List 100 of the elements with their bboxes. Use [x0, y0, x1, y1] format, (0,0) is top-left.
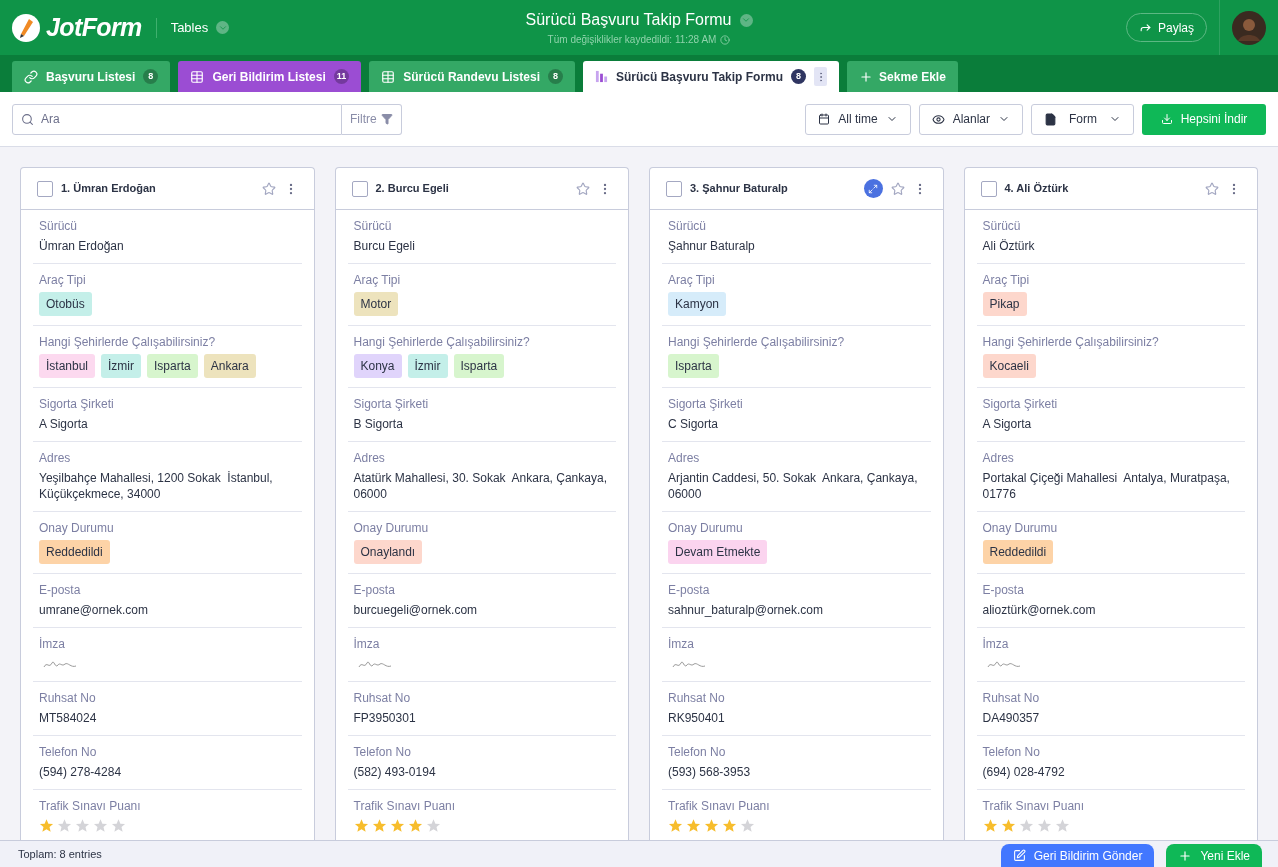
field-label: Trafik Sınavı Puanı	[668, 798, 771, 814]
field-value: Arjantin Caddesi, 50. Sokak Ankara, Çankaya, 06000	[668, 470, 919, 502]
field-label: Araç Tipi	[982, 272, 1031, 288]
file-icon	[1044, 112, 1057, 126]
tag: Onaylandı	[353, 540, 423, 564]
fields-dropdown[interactable]: Alanlar	[918, 103, 1023, 135]
card-title: 4. Ali Öztürk	[1004, 181, 1070, 197]
logo-icon	[12, 13, 40, 42]
field-label: Telefon No	[668, 744, 727, 760]
field-value: alioztürk@ornek.com	[982, 602, 1097, 618]
field-label: Hangi Şehirlerde Çalışabilirsiniz?	[353, 334, 531, 350]
field-label: Onay Durumu	[39, 520, 115, 536]
field-value: FP3950301	[353, 710, 417, 726]
feedback-button[interactable]: Geri Bildirim Gönder	[1000, 843, 1155, 867]
field-label: Onay Durumu	[353, 520, 430, 536]
field-value: Ümran Erdoğan	[39, 238, 125, 254]
avatar[interactable]	[1232, 10, 1266, 45]
form-title: Sürücü Başvuru Takip Formu	[525, 10, 732, 30]
field-value: A Sigorta	[39, 416, 89, 432]
star-icon	[740, 818, 755, 833]
star-icon[interactable]	[890, 181, 905, 196]
star-icon	[686, 818, 701, 833]
star-icon	[1000, 818, 1016, 833]
field-label: Onay Durumu	[668, 520, 744, 536]
checkbox[interactable]	[666, 180, 682, 197]
field-value: Atatürk Mahallesi, 30. Sokak Ankara, Çankaya, 06000	[353, 470, 608, 502]
tag: İstanbul	[39, 354, 96, 378]
star-icon	[353, 818, 369, 833]
star-icon	[1018, 818, 1034, 833]
total-count: Toplam: 8 entries	[18, 846, 103, 862]
star-icon	[57, 818, 72, 833]
date-dropdown[interactable]: All time	[805, 103, 911, 135]
add-tab-button[interactable]: Sekme Ekle	[847, 61, 958, 92]
field-label: E-posta	[668, 582, 711, 598]
checkbox[interactable]	[37, 180, 53, 197]
form-dropdown[interactable]: Form	[1031, 103, 1134, 135]
field-label: Telefon No	[39, 744, 98, 760]
app-menu[interactable]: Tables	[170, 17, 230, 38]
tag: Ankara	[203, 354, 256, 378]
field-value: Şahnur Baturalp	[668, 238, 756, 254]
filter-icon	[380, 113, 393, 125]
plus-icon	[1178, 848, 1193, 863]
field-value: A Sigorta	[982, 416, 1033, 432]
field-label: Trafik Sınavı Puanı	[353, 798, 457, 814]
field-label: Onay Durumu	[982, 520, 1059, 536]
star-icon[interactable]	[1205, 181, 1219, 196]
add-new-button[interactable]: Yeni Ekle	[1166, 843, 1262, 867]
checkbox[interactable]	[351, 180, 368, 197]
download-button[interactable]: Hepsini İndir	[1142, 103, 1266, 135]
field-label: Telefon No	[353, 744, 412, 760]
star-icon[interactable]	[261, 181, 276, 196]
tab[interactable]: Sürücü Randevu Listesi 8	[369, 61, 575, 92]
tab[interactable]: Sürücü Başvuru Takip Formu 8	[582, 61, 840, 92]
field-label: İmza	[982, 636, 1010, 652]
chevron-down-icon	[216, 21, 230, 34]
tag: Devam Etmekte	[668, 540, 768, 564]
star-icon	[75, 818, 90, 833]
download-icon	[1160, 113, 1173, 125]
field-label: Ruhsat No	[39, 690, 97, 706]
plus-icon	[859, 69, 874, 84]
star-icon[interactable]	[576, 181, 590, 196]
expand-icon	[868, 183, 878, 194]
field-value: sahnur_baturalp@ornek.com	[668, 602, 824, 618]
tag: Kamyon	[668, 292, 727, 316]
star-icon	[389, 818, 405, 833]
clock-icon	[720, 34, 731, 45]
field-value: RK950401	[668, 710, 726, 726]
field-label: Sürücü	[353, 218, 393, 234]
share-icon	[1138, 21, 1152, 34]
chevron-icon[interactable]	[739, 13, 753, 27]
tag: Pikap	[982, 292, 1027, 316]
field-label: Adres	[668, 450, 701, 466]
tab[interactable]: Başvuru Listesi 8	[12, 61, 171, 92]
field-label: Sürücü	[39, 218, 79, 234]
field-label: İmza	[39, 636, 66, 652]
expand-button[interactable]	[863, 179, 883, 198]
feedback-icon	[1012, 849, 1026, 862]
tag: Reddedildi	[39, 540, 110, 564]
table-icon	[381, 69, 396, 84]
tag: Isparta	[453, 354, 505, 378]
tab[interactable]: Geri Bildirim Listesi 11	[178, 61, 362, 92]
field-value: Portakal Çiçeği Mahallesi Antalya, Muratpaşa, 01776	[982, 470, 1231, 502]
tab-menu-button[interactable]	[814, 67, 828, 86]
star-icon	[111, 818, 126, 833]
field-label: Sigorta Şirketi	[668, 396, 744, 412]
field-value: Yeşilbahçe Mahallesi, 1200 Sokak İstanbul, Küçükçekmece, 34000	[39, 470, 274, 502]
field-label: Adres	[353, 450, 386, 466]
field-value: C Sigorta	[668, 416, 720, 432]
star-icon	[425, 818, 441, 833]
bar-chart-icon	[594, 70, 608, 83]
field-value: umrane@ornek.com	[39, 602, 149, 618]
checkbox[interactable]	[980, 180, 997, 197]
search-field[interactable]: Ara	[12, 103, 342, 135]
field-label: İmza	[353, 636, 381, 652]
field-value: Burcu Egeli	[353, 238, 416, 254]
field-label: E-posta	[982, 582, 1025, 598]
field-label: Trafik Sınavı Puanı	[39, 798, 142, 814]
card-title: 1. Ümran Erdoğan	[61, 181, 157, 197]
field-label: Ruhsat No	[668, 690, 726, 706]
filter-button[interactable]: Filtre	[342, 103, 402, 135]
